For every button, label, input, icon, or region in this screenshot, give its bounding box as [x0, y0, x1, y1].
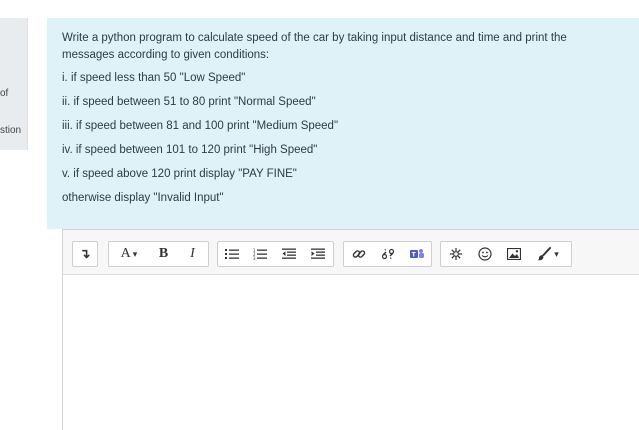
- image-icon[interactable]: [499, 242, 528, 266]
- font-style-icon: A: [120, 246, 131, 261]
- indent-icon[interactable]: [303, 242, 332, 266]
- paint-brush-icon: [537, 247, 552, 261]
- condition-otherwise: otherwise display "Invalid Input": [62, 192, 224, 204]
- bold-button[interactable]: B: [149, 242, 178, 266]
- paragraph-style-button[interactable]: A ▾: [109, 242, 149, 266]
- brush-dropdown-button[interactable]: ▾: [528, 242, 568, 266]
- sidebar-text-question: stion: [0, 125, 22, 136]
- answer-editor: ↴ A ▾ B I 123 T ▾: [62, 229, 639, 430]
- outdent-icon[interactable]: [274, 242, 303, 266]
- toolbar-group-insert: ▾: [440, 241, 572, 267]
- link-icon[interactable]: [344, 242, 373, 266]
- question-text-box: Write a python program to calculate spee…: [47, 18, 639, 229]
- condition-5: v. if speed above 120 print display "PAY…: [62, 168, 297, 180]
- unordered-list-icon[interactable]: [218, 242, 246, 266]
- show-more-buttons-icon[interactable]: ↴: [73, 242, 97, 266]
- toolbar-group-lists: 123: [217, 241, 334, 267]
- condition-1: i. if speed less than 50 "Low Speed": [62, 72, 246, 84]
- condition-2: ii. if speed between 51 to 80 print "Nor…: [62, 96, 316, 108]
- condition-4: iv. if speed between 101 to 120 print "H…: [62, 144, 318, 156]
- unlink-icon[interactable]: [373, 242, 402, 266]
- condition-3: iii. if speed between 81 and 100 print "…: [62, 120, 339, 132]
- editor-content-area[interactable]: [63, 275, 639, 430]
- chevron-down-icon: ▾: [554, 248, 559, 259]
- toolbar-group-links: T: [343, 241, 432, 267]
- special-character-icon[interactable]: [441, 242, 470, 266]
- toolbar-group-style: A ▾ B I: [108, 241, 209, 267]
- svg-text:3: 3: [253, 256, 256, 260]
- left-panel: of stion: [0, 18, 28, 150]
- question-intro: Write a python program to calculate spee…: [62, 32, 567, 61]
- sidebar-text-of: of: [0, 88, 9, 99]
- ordered-list-icon[interactable]: 123: [246, 242, 274, 266]
- italic-button[interactable]: I: [178, 242, 207, 266]
- teams-meeting-icon[interactable]: T: [402, 242, 431, 266]
- editor-toolbar: ↴ A ▾ B I 123 T ▾: [63, 230, 639, 275]
- emoji-icon[interactable]: [470, 242, 499, 266]
- toolbar-group-collapse: ↴: [72, 241, 98, 267]
- chevron-down-icon: ▾: [132, 248, 138, 259]
